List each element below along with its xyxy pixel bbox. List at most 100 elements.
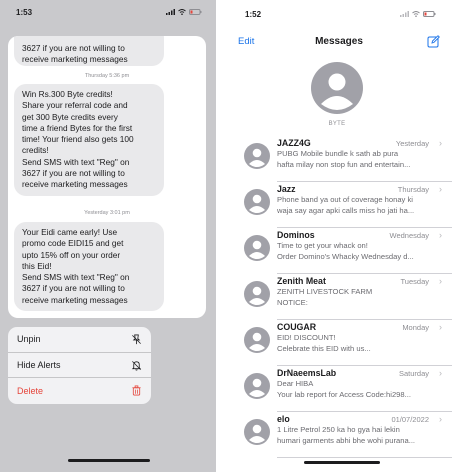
preview-line: Order Domino's Whacky Wednesday d... (277, 251, 414, 261)
status-bar: 1:53 (0, 0, 216, 26)
message-date: 01/07/2022 (391, 415, 429, 424)
message-preview: ZENITH LIVESTOCK FARM NOTICE: (277, 287, 443, 309)
timestamp: Thursday 5:36 pm (84, 73, 130, 79)
avatar-icon (244, 373, 270, 399)
message-date: Wednesday (389, 231, 429, 240)
timestamp: Yesterday 3:01 pm (84, 210, 130, 216)
message-line: receive marketing messages (22, 54, 128, 65)
status-icons (166, 9, 202, 15)
message-preview: EID! DISCOUNT! Celebrate this EID with us… (277, 333, 443, 355)
preview-line: Your lab report for Access Code:hi298... (277, 389, 411, 399)
chevron-right-icon: › (439, 184, 442, 194)
contact-name: elo (277, 414, 290, 424)
contact-name: Jazz (277, 184, 296, 194)
chevron-right-icon: › (439, 322, 442, 332)
message-preview: PUBG Mobile bundle k sath ab pura hafta m… (277, 149, 443, 171)
message-preview: Time to get your whack on! Order Domino's… (277, 241, 443, 263)
status-time: 1:53 (16, 8, 33, 17)
conversation-row[interactable]: DrNaeemsLab Saturday › Dear HIBA Your lab re… (226, 365, 452, 411)
message-line: receive marketing messages (22, 179, 128, 190)
message-line: time a friend Bytes for the first (22, 122, 133, 133)
message-date: Saturday (398, 369, 429, 378)
preview-line: PUBG Mobile bundle k sath ab pura (277, 149, 399, 158)
message-bubble: 3627 if you are not willing to receive m… (14, 36, 164, 66)
message-line: 3627 if you are not willing to (22, 283, 125, 294)
conversation-row[interactable]: Zenith Meat Tuesday › ZENITH LIVESTOCK FARM… (226, 273, 452, 319)
avatar-icon (244, 419, 270, 445)
pinned-name: BYTE (328, 121, 346, 127)
preview-line: Time to get your whack on! (277, 241, 368, 250)
message-line: upto 15% off on your order (22, 249, 121, 260)
delete-label: Delete (17, 385, 44, 396)
message-line: Your Eidi came early! Use (22, 227, 118, 237)
contact-name: DrNaeemsLab (277, 368, 337, 378)
unpin-icon (132, 334, 141, 345)
hide-alerts-menu-item[interactable]: Hide Alerts (8, 353, 151, 379)
message-preview: Phone band ya out of coverage honay ki wa… (277, 195, 443, 217)
battery-icon (423, 11, 436, 17)
avatar-icon (244, 189, 270, 215)
preview-line: Dear HIBA (277, 379, 314, 388)
delete-menu-item[interactable]: Delete (8, 378, 151, 404)
right-screen: 1:52 Edit Messages BYTE JAZZ4G Yesterday ›… (226, 0, 452, 472)
signal-icon (166, 9, 175, 15)
home-indicator[interactable] (304, 461, 380, 464)
unpin-label: Unpin (17, 334, 41, 345)
message-bubble: Win Rs.300 Byte credits! Share your refe… (14, 84, 164, 196)
bell-slash-icon (131, 360, 142, 371)
message-bubble: Your Eidi came early! Use promo code EID… (14, 222, 164, 312)
contact-name: JAZZ4G (277, 138, 311, 148)
preview-line: EID! DISCOUNT! (277, 333, 336, 342)
unpin-menu-item[interactable]: Unpin (8, 327, 151, 353)
message-line: Send SMS with text "Reg" on (22, 272, 130, 283)
chevron-right-icon: › (439, 368, 442, 378)
compose-icon[interactable] (427, 35, 440, 48)
avatar-icon (244, 281, 270, 307)
hide-alerts-label: Hide Alerts (17, 359, 61, 370)
message-line: receive marketing messages (22, 294, 128, 305)
home-indicator[interactable] (68, 459, 150, 462)
avatar-icon (244, 143, 270, 169)
message-line: promo code EIDI15 and get (22, 238, 124, 249)
conversation-row[interactable]: Jazz Thursday › Phone band ya out of covera… (226, 181, 452, 227)
message-date: Thursday (397, 185, 429, 194)
avatar-icon (311, 62, 363, 114)
message-line: 3627 if you are not willing to (22, 43, 125, 53)
signal-icon (400, 11, 409, 17)
preview-line: ZENITH LIVESTOCK FARM (277, 287, 373, 296)
preview-line: 1 Litre Petrol 250 ka ho gya hai lekin (277, 425, 400, 434)
message-line: time! Your friend also gets 100 (22, 134, 134, 145)
contact-name: Zenith Meat (277, 276, 326, 286)
message-preview: Dear HIBA Your lab report for Access Code… (277, 379, 443, 401)
preview-line: NOTICE: (277, 297, 308, 307)
wifi-icon (412, 11, 420, 17)
conversation-row[interactable]: JAZZ4G Yesterday › PUBG Mobile bundle k sat… (226, 135, 452, 181)
message-line: this Eid! (22, 260, 52, 271)
avatar-icon (244, 235, 270, 261)
chevron-right-icon: › (439, 414, 442, 424)
status-icons (400, 11, 436, 17)
left-screen: 1:53 3627 if you are not willing to rece… (0, 0, 216, 472)
message-line: Share your referral code and (22, 100, 128, 111)
message-date: Tuesday (400, 277, 430, 286)
preview-line: waja say agar apki calls miss ho jati ha… (277, 205, 415, 215)
conversation-row[interactable]: Dominos Wednesday › Time to get your whack … (226, 227, 452, 273)
message-date: Monday (402, 323, 429, 332)
battery-icon (189, 9, 202, 15)
conversation-row[interactable]: elo 01/07/2022 › 1 Litre Petrol 250 ka ho g… (226, 411, 452, 457)
status-time: 1:52 (245, 10, 262, 19)
wifi-icon (178, 9, 186, 15)
navigation-bar: Edit Messages (226, 30, 452, 54)
contact-name: COUGAR (277, 322, 317, 332)
pinned-conversation-byte[interactable]: BYTE (311, 62, 363, 127)
conversation-row[interactable]: COUGAR Monday › EID! DISCOUNT! Celebrate thi… (226, 319, 452, 365)
message-line: get 300 Byte credits every (22, 111, 118, 122)
chevron-right-icon: › (439, 276, 442, 286)
preview-line: humari garments abhi bhe wohi purana... (277, 435, 416, 445)
message-thread-preview: 3627 if you are not willing to receive m… (8, 36, 206, 318)
chevron-right-icon: › (439, 138, 442, 148)
preview-line: Celebrate this EID with us... (277, 343, 371, 353)
message-line: Send SMS with text "Reg" on (22, 156, 130, 167)
page-title: Messages (315, 36, 363, 47)
status-bar: 1:52 (226, 0, 452, 24)
